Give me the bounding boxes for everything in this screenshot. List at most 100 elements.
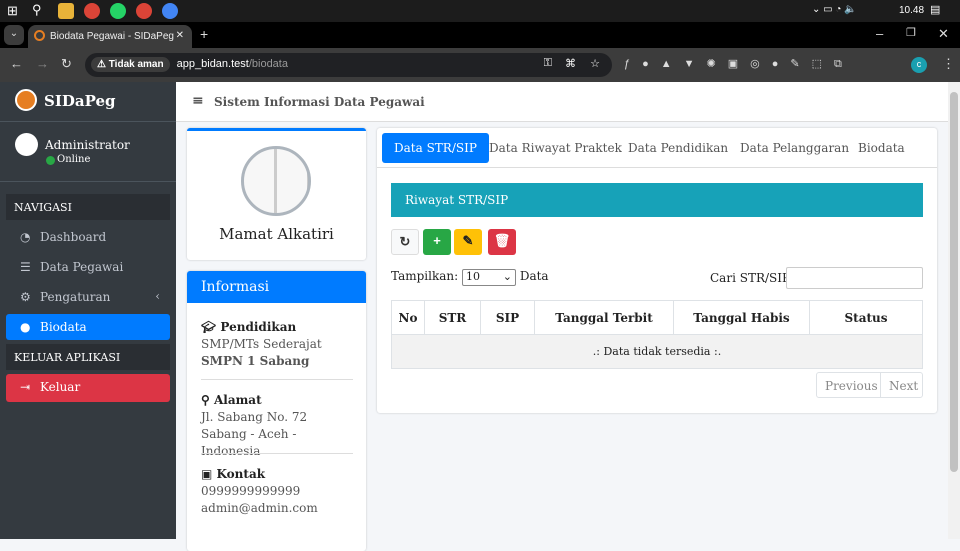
info-title: Informasi [187, 271, 366, 303]
profile-avatar[interactable]: c [911, 57, 927, 73]
tab-data-pelanggaran[interactable]: Data Pelanggaran [728, 133, 861, 163]
previous-button[interactable]: Previous [817, 373, 881, 397]
logo-icon [15, 89, 37, 111]
scrollbar[interactable] [948, 82, 960, 539]
tab-data-riwayat-praktek[interactable]: Data Riwayat Praktek [477, 133, 634, 163]
profile-photo [241, 146, 311, 216]
table-row: .: Data tidak tersedia :. [391, 334, 923, 369]
bookmark-star-icon[interactable]: ☆ [590, 57, 600, 70]
sidebar-item-label: Data Pegawai [40, 260, 124, 274]
tab-search-button[interactable]: ⌄ [4, 25, 24, 45]
scrollbar-thumb[interactable] [950, 92, 958, 472]
back-icon[interactable]: ← [10, 56, 23, 71]
education-label: Pendidikan [220, 320, 297, 334]
str-sip-table: No STR SIP Tanggal Terbit Tanggal Habis … [391, 300, 923, 369]
sidebar-item-data-pegawai[interactable]: ☰ Data Pegawai [6, 254, 170, 280]
page-length-control: Tampilkan: 10 ⌄ Data [391, 269, 549, 286]
sidebar-item-label: Pengaturan [40, 290, 111, 304]
column-header[interactable]: Status [809, 300, 923, 335]
contact-section: ▣ Kontak 0999999999999 admin@admin.com [201, 466, 353, 517]
brand-name: SIDaPeg [44, 92, 116, 110]
column-header[interactable]: SIP [480, 300, 535, 335]
gears-icon: ⚙ [20, 290, 31, 304]
profile-card: Mamat Alkatiri [187, 128, 366, 260]
forward-icon[interactable]: → [36, 56, 49, 71]
nav-heading: NAVIGASI [6, 194, 170, 220]
user-name[interactable]: Administrator [45, 138, 130, 152]
sidebar-item-label: Biodata [40, 320, 87, 334]
extension-icons[interactable]: ƒ●▲▼✺▣◎●✎⬚⧉ [624, 57, 854, 71]
user-panel: Administrator Online [0, 122, 176, 182]
user-status: Online [57, 154, 91, 165]
empty-message: .: Data tidak tersedia :. [391, 334, 923, 369]
address-bar: ← → ↻ ⚠ Tidak aman app_bidan.test/biodat… [0, 48, 960, 82]
menu-icon[interactable]: ⋮ [942, 56, 955, 72]
edit-button[interactable]: ✎ [454, 229, 482, 255]
dashboard-icon: ◔ [20, 230, 31, 244]
database-icon: ☰ [20, 260, 31, 274]
favicon-icon [34, 30, 45, 41]
sidebar-item-biodata[interactable]: ● Biodata [6, 314, 170, 340]
minimize-icon[interactable]: – [876, 26, 883, 41]
close-window-icon[interactable]: ✕ [938, 26, 949, 42]
tab-data-pendidikan[interactable]: Data Pendidikan [616, 133, 740, 163]
column-header[interactable]: STR [424, 300, 481, 335]
user-icon: ● [20, 320, 31, 334]
notification-icon[interactable]: ▤ [930, 3, 940, 16]
search-icon[interactable]: ⚲ [32, 2, 42, 18]
whatsapp-icon[interactable] [110, 3, 126, 19]
search-input[interactable] [786, 267, 923, 289]
graduation-cap-icon: 🎓︎ [201, 320, 221, 334]
logout-label: Keluar [40, 380, 81, 394]
tab-data-str-sip[interactable]: Data STR/SIP [382, 133, 489, 163]
file-explorer-icon[interactable] [58, 3, 74, 19]
chrome-icon[interactable] [84, 3, 100, 19]
add-button[interactable]: + [423, 229, 451, 255]
reload-icon[interactable]: ↻ [61, 56, 72, 72]
data-label: Data [519, 269, 549, 283]
windows-taskbar: ⊞ ⚲ ⌄ ▭ ◔ 🔈 10.48 ▤ [0, 0, 960, 22]
phone-value: 0999999999999 [201, 484, 301, 498]
profile-name: Mamat Alkatiri [219, 225, 334, 243]
system-tray-icons[interactable]: ⌄ ▭ ◔ 🔈 [812, 4, 857, 15]
sidebar-item-dashboard[interactable]: ◔ Dashboard [6, 224, 170, 250]
column-header[interactable]: No [391, 300, 425, 335]
page-length-select[interactable]: 10 ⌄ [462, 269, 516, 286]
chrome-profile-icon[interactable] [136, 3, 152, 19]
new-tab-button[interactable]: + [200, 26, 208, 42]
chevron-left-icon: ‹ [155, 289, 160, 303]
tab-bar: ⌄ Biodata Pegawai - SIDaPeg ✕ + – ❐ ✕ [0, 22, 960, 48]
translate-icon[interactable]: ⌘ [565, 57, 576, 70]
logout-button[interactable]: ⇥ Keluar [6, 374, 170, 402]
next-button[interactable]: Next [881, 373, 918, 397]
url-host: app_bidan.test [176, 58, 249, 70]
info-card: Informasi 🎓︎ Pendidikan SMP/MTs Sederaja… [187, 271, 366, 551]
refresh-button[interactable]: ↻ [391, 229, 419, 255]
page-title: Sistem Informasi Data Pegawai [214, 95, 425, 109]
windows-start-icon[interactable]: ⊞ [7, 3, 18, 19]
browser-tab[interactable]: Biodata Pegawai - SIDaPeg ✕ [28, 25, 192, 48]
password-key-icon[interactable]: ⚿ [544, 57, 552, 70]
education-school: SMPN 1 Sabang [201, 354, 310, 368]
delete-button[interactable]: 🗑︎ [488, 229, 516, 255]
user-avatar [15, 133, 38, 156]
pagination: Previous Next [816, 372, 923, 398]
chrome-active-icon[interactable] [162, 3, 178, 19]
column-header[interactable]: Tanggal Habis [673, 300, 810, 335]
url-path: /biodata [248, 58, 288, 70]
brand[interactable]: SIDaPeg [0, 82, 176, 122]
education-level: SMP/MTs Sederajat [201, 337, 322, 351]
search-label: Cari STR/SIP: [710, 271, 794, 285]
sidebar-item-pengaturan[interactable]: ⚙ Pengaturan ‹ [6, 284, 170, 310]
security-chip[interactable]: ⚠ Tidak aman [91, 57, 170, 72]
url-field[interactable]: ⚠ Tidak aman app_bidan.test/biodata ☆ ⌘ … [85, 53, 612, 77]
email-value: admin@admin.com [201, 501, 318, 515]
restore-icon[interactable]: ❐ [906, 26, 916, 39]
column-header[interactable]: Tanggal Terbit [534, 300, 674, 335]
clock: 10.48 [899, 5, 925, 16]
exit-heading: KELUAR APLIKASI [6, 344, 170, 370]
close-tab-icon[interactable]: ✕ [176, 30, 184, 41]
tab-biodata[interactable]: Biodata [846, 133, 917, 163]
page-length-value: 10 [466, 270, 480, 283]
hamburger-menu-icon[interactable]: ≡ [192, 93, 204, 109]
